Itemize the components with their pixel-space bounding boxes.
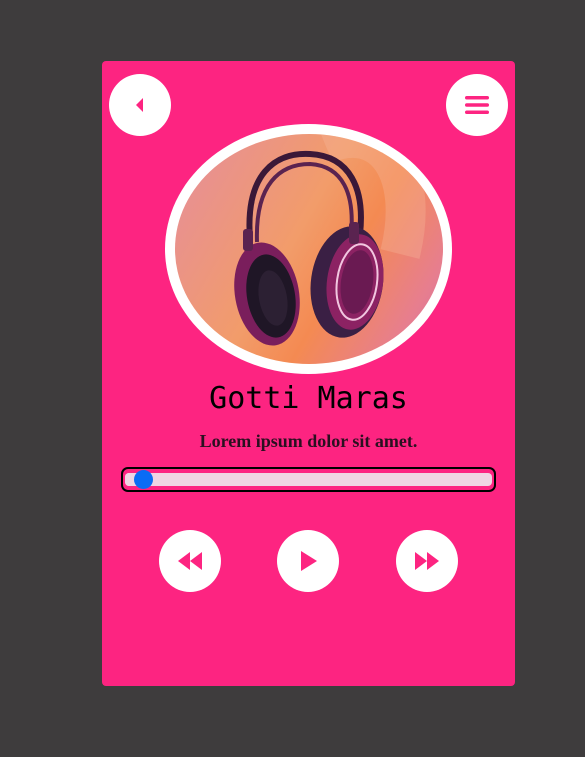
song-title: Lorem ipsum dolor sit amet. bbox=[199, 431, 418, 451]
artist-name: Gotti Maras bbox=[209, 381, 408, 416]
previous-button[interactable] bbox=[159, 530, 221, 592]
album-art-frame bbox=[165, 124, 452, 374]
fast-forward-icon bbox=[415, 552, 439, 570]
progress-thumb[interactable] bbox=[133, 470, 153, 489]
next-button[interactable] bbox=[396, 530, 458, 592]
music-player-card: Gotti Maras Lorem ipsum dolor sit amet. bbox=[102, 61, 515, 686]
play-icon bbox=[301, 551, 317, 571]
hamburger-menu-icon bbox=[465, 96, 489, 114]
rewind-icon bbox=[178, 552, 202, 570]
progress-track bbox=[125, 473, 492, 486]
headphones-image bbox=[233, 134, 426, 346]
album-art bbox=[174, 134, 443, 364]
progress-slider[interactable] bbox=[121, 467, 496, 492]
back-button[interactable] bbox=[109, 74, 171, 136]
caret-left-icon bbox=[136, 98, 143, 112]
menu-button[interactable] bbox=[446, 74, 508, 136]
play-button[interactable] bbox=[277, 530, 339, 592]
